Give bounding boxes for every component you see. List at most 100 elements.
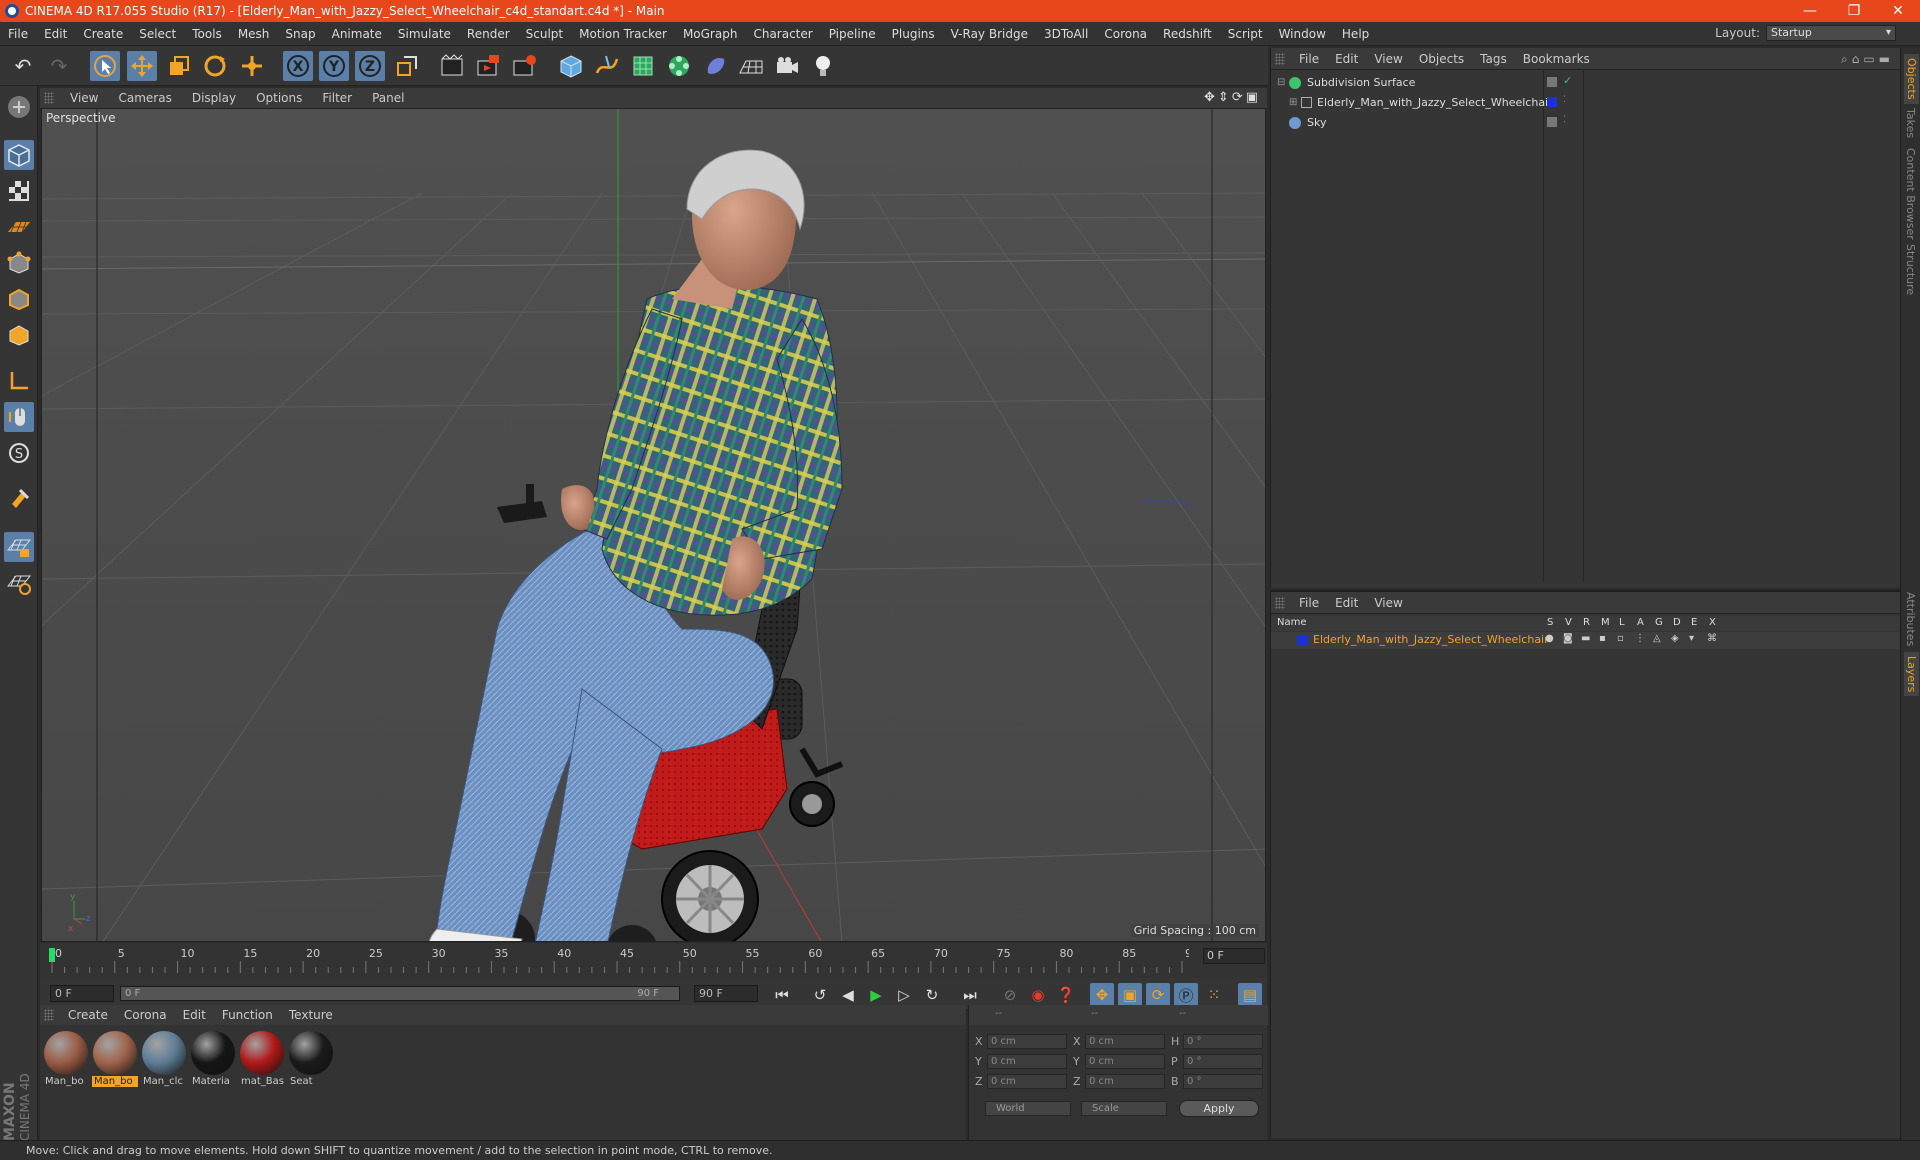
layer-column-v[interactable]: V	[1565, 617, 1572, 628]
key-position-icon[interactable]: ✥	[1090, 983, 1114, 1007]
rot-h-field[interactable]: 0 °	[1183, 1034, 1263, 1049]
apply-button[interactable]: Apply	[1179, 1100, 1259, 1117]
menu-motion-tracker[interactable]: Motion Tracker	[571, 27, 675, 41]
menu-help[interactable]: Help	[1334, 27, 1377, 41]
material-swatch[interactable]: Materia	[190, 1030, 236, 1087]
menu-plugins[interactable]: Plugins	[884, 27, 943, 41]
size-x-field[interactable]: 0 cm	[1085, 1034, 1165, 1049]
layer-column-a[interactable]: A	[1637, 617, 1644, 628]
object-menu-view[interactable]: View	[1366, 52, 1410, 66]
layer-toggle-g-icon[interactable]: ◬	[1653, 633, 1661, 644]
menu-mograph[interactable]: MoGraph	[675, 27, 746, 41]
viewport-menu-options[interactable]: Options	[246, 91, 312, 105]
material-swatch[interactable]: Seat	[288, 1030, 334, 1087]
panel-grip-icon[interactable]	[1275, 52, 1285, 65]
y-axis-lock-icon[interactable]: Y	[319, 51, 349, 81]
light-icon[interactable]	[808, 51, 838, 81]
panel-grip-icon[interactable]	[44, 1009, 54, 1021]
cube-object-icon[interactable]	[556, 51, 586, 81]
key-parameter-icon[interactable]: Ⓟ	[1174, 983, 1198, 1007]
menu-character[interactable]: Character	[745, 27, 820, 41]
layer-column-l[interactable]: L	[1619, 617, 1625, 628]
material-menu-create[interactable]: Create	[60, 1008, 116, 1022]
next-frame-icon[interactable]: ▷	[892, 983, 916, 1007]
menu-vray-bridge[interactable]: V-Ray Bridge	[943, 27, 1036, 41]
frame-range-slider[interactable]: 0 F 90 F	[120, 986, 680, 1001]
render-to-picture-viewer-icon[interactable]	[473, 51, 503, 81]
pos-x-field[interactable]: 0 cm	[987, 1034, 1067, 1049]
cloner-icon[interactable]	[664, 51, 694, 81]
layer-menu-view[interactable]: View	[1366, 596, 1410, 610]
layout-dropdown[interactable]: Startup	[1766, 25, 1896, 41]
layer-toggle-a-icon[interactable]: ⋮	[1635, 633, 1645, 644]
go-to-start-icon[interactable]: ⏮	[770, 983, 794, 1007]
subdivision-surface-icon[interactable]	[628, 51, 658, 81]
menu-pipeline[interactable]: Pipeline	[821, 27, 884, 41]
rotate-tool-icon[interactable]	[200, 51, 230, 81]
layer-menu-edit[interactable]: Edit	[1327, 596, 1366, 610]
object-menu-tags[interactable]: Tags	[1472, 52, 1515, 66]
solo-mode-icon[interactable]: S	[4, 438, 34, 468]
layer-column-x[interactable]: X	[1709, 617, 1716, 628]
viewport-menu-view[interactable]: View	[60, 91, 108, 105]
deformer-icon[interactable]	[700, 51, 730, 81]
previous-key-icon[interactable]: ↺	[808, 983, 832, 1007]
edges-mode-icon[interactable]	[4, 284, 34, 314]
enabled-check-icon[interactable]: ✓	[1563, 74, 1572, 87]
tab-takes[interactable]: Takes	[1904, 108, 1917, 138]
object-row-sky[interactable]: Sky ⁚	[1271, 114, 1901, 133]
size-y-field[interactable]: 0 cm	[1085, 1054, 1165, 1069]
menu-simulate[interactable]: Simulate	[390, 27, 459, 41]
start-frame-field[interactable]: 0 F	[50, 985, 114, 1002]
menu-mesh[interactable]: Mesh	[230, 27, 278, 41]
autokey-icon[interactable]: ◉	[1026, 983, 1050, 1007]
tab-objects[interactable]: Objects	[1904, 54, 1919, 104]
viewport-menu-cameras[interactable]: Cameras	[108, 91, 181, 105]
object-manager-toolbar-icons[interactable]: ⌕⌂▭▬	[1841, 52, 1894, 67]
play-forward-icon[interactable]: ▶	[864, 983, 888, 1007]
pos-z-field[interactable]: 0 cm	[987, 1074, 1067, 1089]
scale-tool-icon[interactable]	[164, 51, 194, 81]
locked-workplane-icon[interactable]	[4, 532, 34, 562]
expand-icon[interactable]: ⊞	[1289, 97, 1297, 108]
material-swatch[interactable]: mat_Bas	[239, 1030, 285, 1087]
go-to-end-icon[interactable]: ⏭	[958, 983, 982, 1007]
workplane-mode-icon[interactable]	[4, 212, 34, 242]
axis-mode-icon[interactable]	[4, 366, 34, 396]
viewport-menu-display[interactable]: Display	[182, 91, 246, 105]
layer-toggle-v-icon[interactable]: ◙	[1563, 633, 1573, 644]
object-menu-bookmarks[interactable]: Bookmarks	[1515, 52, 1598, 66]
material-swatch[interactable]: Man_clc	[141, 1030, 187, 1087]
timeline-ruler[interactable]: 0 5 10 15 20 25 30 35 40 45 50 55 60 65 70 75 80 85 90 0 F	[40, 943, 1267, 979]
tweak-mode-icon[interactable]	[4, 402, 34, 432]
pos-y-field[interactable]: 0 cm	[987, 1054, 1067, 1069]
visibility-dots-icon[interactable]: ⁚	[1563, 95, 1566, 105]
polygons-mode-icon[interactable]	[4, 320, 34, 350]
viewport-menu-filter[interactable]: Filter	[312, 91, 362, 105]
layer-color-icon[interactable]	[1547, 97, 1557, 107]
layer-column-s[interactable]: S	[1547, 617, 1553, 628]
redo-icon[interactable]: ↷	[44, 51, 74, 81]
model-mode-icon[interactable]	[4, 140, 34, 170]
material-menu-edit[interactable]: Edit	[175, 1008, 214, 1022]
key-point-level-icon[interactable]: ⁙	[1202, 983, 1226, 1007]
layer-toggle-e-icon[interactable]: ▾	[1689, 633, 1694, 644]
layer-column-r[interactable]: R	[1583, 617, 1590, 628]
size-mode-dropdown[interactable]: Scale	[1081, 1101, 1167, 1116]
menu-window[interactable]: Window	[1271, 27, 1334, 41]
restore-button[interactable]: ❐	[1832, 3, 1876, 19]
timeline-window-icon[interactable]: ▤	[1238, 983, 1262, 1007]
menu-corona[interactable]: Corona	[1096, 27, 1155, 41]
menu-render[interactable]: Render	[459, 27, 518, 41]
object-menu-edit[interactable]: Edit	[1327, 52, 1366, 66]
layer-toggle-m-icon[interactable]: ▪	[1599, 633, 1606, 644]
coordinate-mode-dropdown[interactable]: World	[985, 1101, 1071, 1116]
panel-grip-icon[interactable]	[44, 92, 54, 104]
object-menu-file[interactable]: File	[1291, 52, 1327, 66]
tab-attributes[interactable]: Attributes	[1904, 592, 1917, 646]
key-scale-icon[interactable]: ▣	[1118, 983, 1142, 1007]
menu-animate[interactable]: Animate	[324, 27, 390, 41]
menu-snap[interactable]: Snap	[277, 27, 323, 41]
next-key-icon[interactable]: ↻	[920, 983, 944, 1007]
panel-grip-icon[interactable]	[1275, 596, 1285, 609]
